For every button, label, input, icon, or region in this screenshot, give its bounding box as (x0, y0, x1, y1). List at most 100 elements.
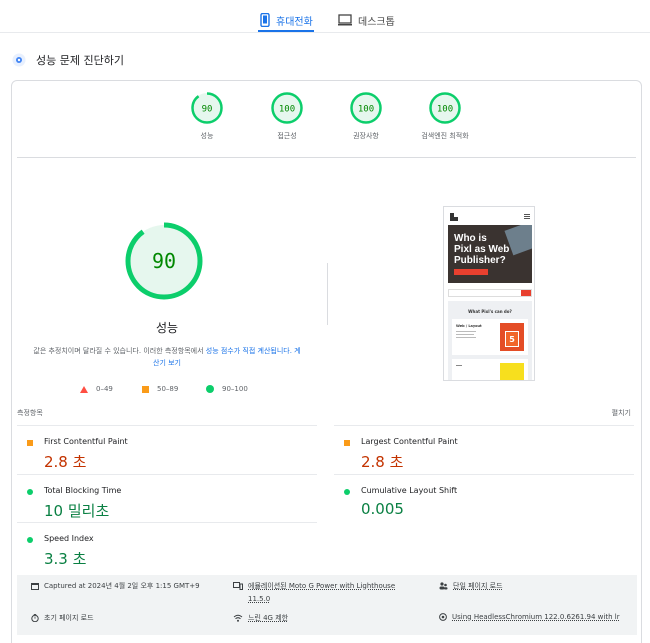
preview-hero: Who is Pixl as Web Publisher? (448, 225, 532, 283)
metric-value: 10 밀리초 (44, 502, 110, 520)
circle-icon (344, 489, 350, 495)
metric-cls: Cumulative Layout Shift 0.005 (334, 474, 634, 522)
metric-value: 0.005 (361, 500, 404, 518)
metric-tbt: Total Blocking Time 10 밀리초 (17, 474, 317, 522)
legend-item-fail: 0–49 (80, 385, 113, 393)
gauge-accessibility[interactable]: 100 접근성 (242, 91, 332, 141)
score-legend: 0–49 50–89 90–100 (72, 385, 272, 397)
square-icon (27, 440, 33, 446)
legend-range: 90–100 (222, 385, 248, 393)
description-text: 값은 추정치이며 달라질 수 있습니다. 이러한 측정항목에서 (33, 347, 206, 355)
metric-name: Speed Index (44, 534, 94, 543)
captured-text: Captured at 2024년 4월 2일 오후 1:15 GMT+9 (44, 582, 200, 590)
single-page-load[interactable]: 단일 페이지 로드 (439, 581, 503, 591)
hero-line: Pixl as Web (454, 244, 510, 255)
device-tabs: 휴대전화 데스크톱 (0, 0, 650, 34)
hero-button (454, 269, 488, 275)
tab-desktop[interactable]: 데스크톱 (338, 8, 395, 32)
preview-card-js (452, 359, 528, 380)
metric-divider (17, 474, 317, 475)
throttling-text: 느린 4G 제한 (248, 614, 289, 622)
people-icon (439, 582, 448, 590)
metric-fcp: First Contentful Paint 2.8 초 (17, 425, 317, 473)
performance-gauge-ring: 90 (125, 222, 203, 300)
captured-time: Captured at 2024년 4월 2일 오후 1:15 GMT+9 (31, 581, 200, 591)
lighthouse-version: 11.5.0 (248, 595, 270, 603)
vertical-divider (327, 263, 328, 325)
network-throttling[interactable]: 느린 4G 제한 (233, 613, 288, 623)
javascript-logo-icon (500, 363, 524, 380)
tab-desktop-label: 데스크톱 (358, 16, 395, 28)
initial-page-load: 초기 페이지 로드 (31, 613, 94, 623)
divider (17, 157, 636, 158)
desktop-icon (338, 14, 352, 26)
category-gauges: 90 성능 100 접근성 100 권장사항 100 검색엔진 최적화 (12, 91, 643, 155)
gauge-ring: 100 (350, 92, 382, 124)
metric-name: Total Blocking Time (44, 486, 122, 495)
square-icon (344, 440, 350, 446)
tab-mobile-label: 휴대전화 (276, 16, 313, 28)
legend-item-average: 50–89 (142, 385, 178, 393)
expand-view-toggle[interactable]: 펼치기 (612, 408, 631, 418)
legend-item-pass: 90–100 (206, 385, 248, 393)
hero-heading: Who is Pixl as Web Publisher? (454, 233, 509, 266)
metric-name: Largest Contentful Paint (361, 437, 458, 446)
legend-range: 0–49 (96, 385, 113, 393)
gauge-label: 접근성 (277, 132, 297, 140)
smartphone-icon (260, 13, 270, 27)
version-text: 11.5.0 (248, 595, 271, 603)
tab-mobile[interactable]: 휴대전화 (260, 8, 313, 32)
browser-info[interactable]: Using HeadlessChromium 122.0.6261.94 wit… (439, 613, 620, 621)
gauge-ring: 90 (191, 92, 223, 124)
browser-text: Using HeadlessChromium 122.0.6261.94 wit… (452, 613, 620, 621)
device-text: 에뮬레이션된 Moto G Power with Lighthouse (248, 582, 396, 590)
metric-divider (17, 522, 317, 523)
legend-range: 50–89 (157, 385, 179, 393)
page-screenshot-preview[interactable]: Who is Pixl as Web Publisher? What Pixl'… (443, 206, 535, 381)
html5-logo-icon: 5 (500, 323, 524, 351)
expand-label-text: 펼치기 (611, 409, 631, 417)
gauge-performance[interactable]: 90 성능 (162, 91, 252, 141)
preview-search (448, 289, 532, 297)
emulated-device[interactable]: 에뮬레이션된 Moto G Power with Lighthouse (233, 581, 395, 591)
hero-line: Who is (454, 233, 487, 244)
menu-icon (524, 214, 530, 219)
metrics-section-label: 측정항목 (17, 409, 43, 417)
hero-line: Publisher? (454, 255, 506, 266)
metric-divider (334, 425, 634, 426)
diagnose-header: 성능 문제 진단하기 (12, 50, 124, 70)
circle-icon (206, 385, 214, 393)
performance-description: 값은 추정치이며 달라질 수 있습니다. 이러한 측정항목에서 성능 점수가 직… (32, 345, 302, 369)
performance-label: 성능 (155, 321, 179, 335)
gauge-best-practices[interactable]: 100 권장사항 (321, 91, 411, 141)
triangle-icon (80, 385, 88, 393)
gauge-label: 권장사항 (353, 132, 379, 140)
gauge-label: 성능 (200, 132, 214, 140)
gauge-label: 검색엔진 최적화 (421, 132, 469, 140)
metric-divider (17, 425, 317, 426)
tabs-divider (0, 32, 650, 33)
preview-card-html: Web / Layout 5 (452, 319, 528, 355)
gauge-seo[interactable]: 100 검색엔진 최적화 (400, 91, 490, 141)
metric-name: Cumulative Layout Shift (361, 486, 458, 495)
preview-card-title: Web / Layout (456, 324, 482, 328)
preview-section: What Pixl's can do? Web / Layout 5 (448, 301, 532, 380)
metric-value: 3.3 초 (44, 550, 87, 568)
run-info-panel: Captured at 2024년 4월 2일 오후 1:15 GMT+9 에뮬… (17, 575, 637, 635)
browser-icon (439, 613, 447, 621)
score-calculation-link[interactable]: 성능 점수가 직접 계산됩니다. (206, 347, 292, 355)
metric-value: 2.8 초 (361, 453, 404, 471)
preview-search-button (521, 290, 531, 296)
circle-icon (27, 537, 33, 543)
gauge-score: 100 (437, 105, 453, 115)
page-title: 성능 문제 진단하기 (36, 54, 124, 67)
circle-icon (27, 489, 33, 495)
metric-name: First Contentful Paint (44, 437, 128, 446)
calendar-icon (31, 583, 39, 590)
diagnose-icon (12, 53, 26, 67)
square-icon (142, 385, 149, 393)
report-card: 90 성능 100 접근성 100 권장사항 100 검색엔진 최적화 90 성… (11, 80, 642, 643)
metric-si: Speed Index 3.3 초 (17, 522, 317, 570)
gauge-score: 100 (358, 105, 374, 115)
metric-lcp: Largest Contentful Paint 2.8 초 (334, 425, 634, 473)
